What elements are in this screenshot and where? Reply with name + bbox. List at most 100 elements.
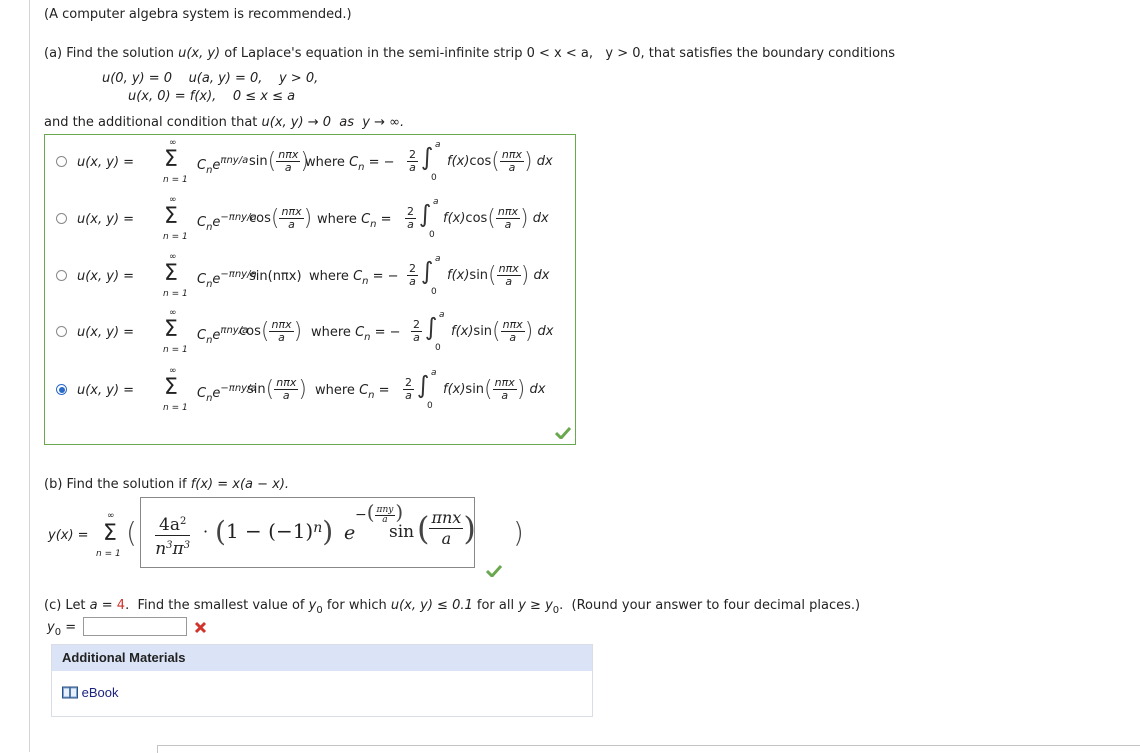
ebook-link[interactable]: eBook [62, 685, 119, 700]
prompt-math: 0 < x < a, y > 0, [526, 46, 645, 61]
prompt-math: f(x) = x(a − x). [190, 477, 290, 492]
coefficient-term: Cne−πny/a [197, 269, 257, 290]
radio-button[interactable] [56, 326, 67, 337]
integral-sign: ∫ [419, 200, 432, 228]
sin-num: πnx [429, 508, 464, 529]
exp-base: e [344, 522, 356, 544]
where-clause: where Cn = [315, 383, 390, 401]
prompt-text: (a) Find the solution [44, 46, 179, 61]
two-over-a: 2a [405, 205, 416, 231]
radio-button[interactable] [56, 213, 67, 224]
book-icon [62, 686, 78, 699]
integral-lower-limit: 0 [431, 287, 437, 297]
integrand: f(x)cos(nπx a) dx [447, 148, 553, 175]
radio-button[interactable] [56, 270, 67, 281]
integral-sign: ∫ [417, 371, 430, 399]
integrand: f(x)sin(nπx a) dx [451, 318, 554, 345]
open-paren: ( [126, 516, 137, 549]
fraction-numerator: 4a2 [155, 512, 191, 536]
prompt-math: u(x, y) ≤ 0.1 [390, 598, 473, 613]
sum-lower-limit: n = 1 [96, 549, 121, 559]
ebook-label[interactable]: eBook [82, 685, 119, 700]
radio-button[interactable] [56, 156, 67, 167]
prompt-text: . (Round your answer to four decimal pla… [559, 598, 861, 613]
where-clause: where Cn = − [305, 155, 395, 173]
sum-lower-limit: n = 1 [163, 345, 188, 355]
additional-materials-title: Additional Materials [52, 645, 592, 671]
integral-upper-limit: a [435, 254, 441, 264]
num-sup: 2 [179, 516, 187, 527]
trig-term-plain: sin(nπx) [249, 269, 302, 284]
where-clause: where Cn = − [311, 325, 401, 343]
exp-sign: − [355, 507, 367, 523]
integral-lower-limit: 0 [427, 401, 433, 411]
sin-den: a [441, 529, 452, 548]
answer-fraction: 4a2 n3π3 [155, 512, 191, 559]
two-over-a: 2a [407, 262, 418, 288]
integral-upper-limit: a [439, 310, 445, 320]
prompt-text: of Laplace's equation in the semi-infini… [220, 46, 527, 61]
expr-sup: n [313, 520, 323, 536]
den-pi: π [172, 539, 184, 559]
integral-lower-limit: 0 [429, 230, 435, 240]
sigma-symbol: Σ [164, 375, 178, 400]
prompt-text: (c) Let [44, 598, 90, 613]
trig-term: cos(nπx a) [239, 318, 303, 345]
formula-lhs: u(x, y) = [77, 325, 135, 340]
formula-lhs: u(x, y) = [77, 155, 135, 170]
trig-term: cos(nπx a) [249, 205, 313, 232]
prompt-text: and the additional condition that [44, 115, 262, 130]
expr-text: 1 − (−1) [225, 519, 314, 543]
integral-upper-limit: a [431, 368, 437, 378]
where-clause: where Cn = − [309, 269, 399, 287]
correct-check-icon [555, 427, 571, 439]
sigma-symbol: Σ [164, 317, 178, 342]
intro-note: (A computer algebra system is recommende… [44, 7, 352, 22]
two-over-a: 2a [403, 376, 414, 402]
integral-lower-limit: 0 [431, 173, 437, 183]
sum-lower-limit: n = 1 [163, 232, 188, 242]
trig-term: sin(nπx a) [249, 148, 309, 175]
radio-button[interactable] [56, 384, 67, 395]
sum-upper-limit: ∞ [107, 511, 115, 521]
integral-upper-limit: a [433, 197, 439, 207]
coefficient-term: Cne−πny/a [197, 212, 257, 233]
sigma-symbol: Σ [103, 521, 117, 546]
den-n: n [155, 539, 167, 559]
trig-term: sin(nπx a) [247, 376, 307, 403]
additional-condition: and the additional condition that u(x, y… [44, 115, 404, 130]
where-clause: where Cn = [317, 212, 392, 230]
prompt-text: . Find the smallest value of [125, 598, 309, 613]
close-paren: ) [513, 516, 524, 549]
sum-lower-limit: n = 1 [163, 403, 188, 413]
integral-upper-limit: a [435, 140, 441, 150]
integrand: f(x)cos(nπx a) dx [443, 205, 549, 232]
sigma-symbol: Σ [164, 261, 178, 286]
y0-label: y0 = [47, 620, 76, 638]
part-b-prompt: (b) Find the solution if f(x) = x(a − x)… [44, 477, 289, 492]
boundary-condition-2: u(x, 0) = f(x), 0 ≤ x ≤ a [128, 89, 296, 104]
formula-lhs: u(x, y) = [77, 212, 135, 227]
prompt-math: u(x, y) → 0 as y → ∞. [261, 115, 405, 130]
part-a-choices: u(x, y) = ∞ Σ n = 1 Cneπny/a sin(nπx a) w… [44, 134, 576, 445]
part-b-answer-field[interactable]: 4a2 n3π3 · (1 − (−1)n) e −(πny a) sin (πn… [140, 497, 476, 568]
label-eq: = [61, 620, 77, 635]
integral-sign: ∫ [425, 313, 438, 341]
formula-lhs: u(x, y) = [77, 383, 135, 398]
exponent: −(πny a) [355, 500, 404, 525]
prompt-math: y ≥ y [518, 598, 553, 613]
prompt-text: for all [472, 598, 519, 613]
incorrect-x-icon [194, 621, 207, 634]
additional-materials-panel: Additional Materials eBook [51, 644, 593, 717]
part-c-prompt: (c) Let a = 4. Find the smallest value o… [44, 598, 860, 616]
integral-sign: ∫ [421, 257, 434, 285]
prompt-math: a = [89, 598, 117, 613]
fraction-denominator: n3π3 [155, 536, 190, 559]
y0-input[interactable] [83, 617, 187, 636]
paren-expression: (1 − (−1)n) [215, 515, 334, 548]
sigma-symbol: Σ [164, 204, 178, 229]
formula-lhs: u(x, y) = [77, 269, 135, 284]
den-pi-sup: 3 [183, 540, 191, 551]
coefficient-term: Cneπny/a [197, 155, 249, 176]
two-over-a: 2a [411, 318, 422, 344]
